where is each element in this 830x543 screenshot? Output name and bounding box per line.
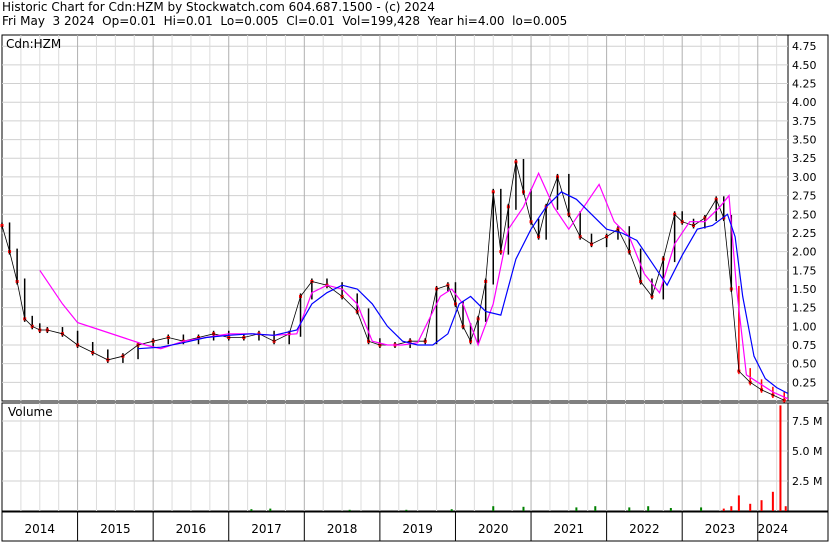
year-tick-label: 2020: [478, 522, 509, 536]
price-tick-label: 0.50: [792, 358, 817, 371]
price-tick-label: 2.00: [792, 246, 817, 259]
year-tick-label: 2018: [327, 522, 358, 536]
chart-root: Historic Chart for Cdn:HZM by Stockwatch…: [0, 0, 830, 543]
volume-bar: [405, 509, 408, 511]
volume-bar: [575, 507, 578, 511]
year-tick-label: 2019: [402, 522, 433, 536]
volume-bar: [628, 507, 631, 511]
price-tick-label: 4.50: [792, 59, 817, 72]
price-tick-label: 1.75: [792, 264, 817, 277]
volume-bar: [269, 508, 272, 511]
symbol-label: Cdn:HZM: [6, 37, 61, 51]
year-tick-label: 2017: [251, 522, 282, 536]
price-tick-label: 4.75: [792, 40, 817, 53]
volume-panel: 7.5 M 5.0 M 2.5 M Volume: [1, 402, 829, 512]
price-tick-label: 2.50: [792, 208, 817, 221]
volume-bar: [348, 509, 351, 511]
volume-bar: [730, 506, 733, 511]
price-tick-label: 1.25: [792, 302, 817, 315]
price-tick-label: 3.75: [792, 115, 817, 128]
volume-frame: [1, 402, 829, 512]
price-tick-label: 3.50: [792, 134, 817, 147]
year-tick-label: 2023: [705, 522, 736, 536]
price-tick-label: 2.75: [792, 190, 817, 203]
volume-bar: [700, 507, 703, 511]
price-tick-label: 3.00: [792, 171, 817, 184]
price-tick-label: 0.25: [792, 376, 817, 389]
year-tick-label: 2016: [176, 522, 207, 536]
volume-label: Volume: [8, 405, 53, 419]
price-tick-label: 4.00: [792, 96, 817, 109]
price-tick-label: 1.00: [792, 320, 817, 333]
chart-svg: 4.75 4.50 4.25 4.00 3.75 3.50 3.25 3.00 2.75 2.50…: [0, 34, 829, 542]
price-tick-label: 4.25: [792, 78, 817, 91]
year-tick-label: 2015: [100, 522, 131, 536]
year-tick-label: 2024: [758, 522, 789, 536]
price-tick-label: 2.25: [792, 227, 817, 240]
volume-bar: [594, 506, 597, 511]
volume-bar: [722, 508, 725, 511]
volume-bar: [647, 506, 650, 511]
volume-bar: [669, 508, 672, 511]
volume-tick-label: 5.0 M: [792, 445, 822, 458]
price-panel: 4.75 4.50 4.25 4.00 3.75 3.50 3.25 3.00 2.75 2.50…: [0, 34, 829, 404]
volume-tick-label: 2.5 M: [792, 475, 822, 488]
volume-bar: [784, 506, 787, 511]
price-tick-label: 1.50: [792, 283, 817, 296]
volume-bar: [492, 506, 495, 511]
year-tick-label: 2022: [629, 522, 660, 536]
volume-tick-label: 7.5 M: [792, 415, 822, 428]
year-axis: 2014 2015 2016 2017 2018 2019 2020 2021 2022 2023…: [1, 511, 829, 542]
volume-bar: [749, 503, 752, 511]
volume-bar: [250, 509, 253, 511]
volume-bar: [522, 506, 525, 511]
volume-bar: [771, 491, 774, 511]
volume-bar: [779, 405, 782, 511]
volume-bar: [760, 500, 763, 511]
year-tick-label: 2014: [25, 522, 56, 536]
price-tick-label: 0.75: [792, 339, 817, 352]
volume-bar: [450, 509, 453, 511]
volume-bar: [737, 495, 740, 511]
price-tick-label: 3.25: [792, 152, 817, 165]
year-tick-label: 2021: [554, 522, 585, 536]
